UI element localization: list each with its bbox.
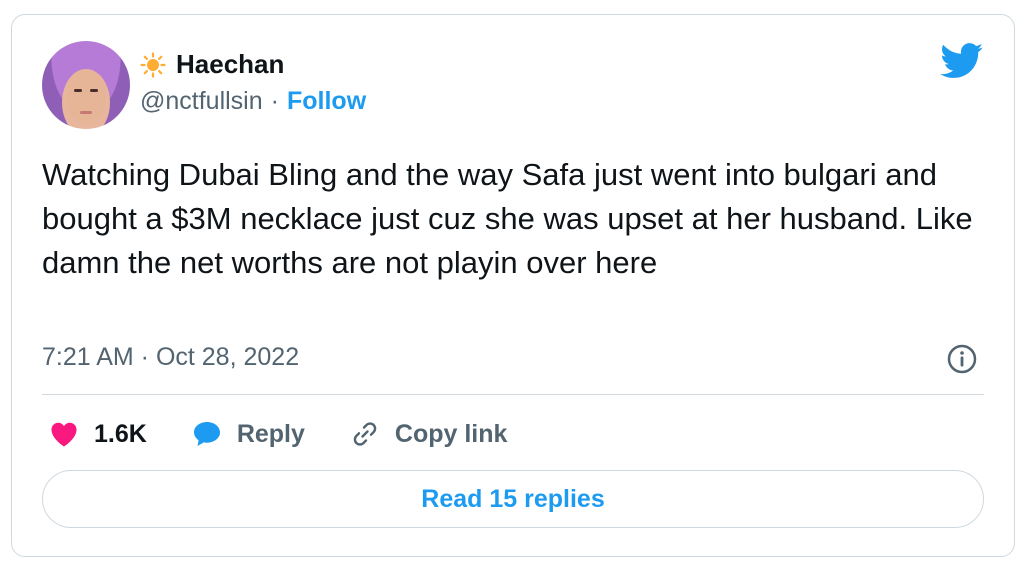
sun-icon [140, 51, 166, 78]
info-icon[interactable] [946, 343, 978, 375]
copy-link-label: Copy link [394, 419, 508, 448]
twitter-bird-icon[interactable] [940, 43, 984, 79]
reply-label: Reply [236, 419, 305, 448]
action-bar: 1.6K Reply Copy link [48, 416, 551, 452]
copy-link-button[interactable]: Copy link [349, 418, 508, 450]
avatar[interactable] [42, 41, 130, 129]
author-handle[interactable]: @nctfullsin [140, 87, 263, 116]
tweet-timestamp[interactable]: 7:21 AM · Oct 28, 2022 [42, 343, 299, 372]
like-button[interactable]: 1.6K [48, 418, 147, 450]
avatar-mouth [80, 111, 92, 114]
read-replies-button[interactable]: Read 15 replies [42, 470, 984, 528]
reply-button[interactable]: Reply [191, 418, 305, 450]
display-name[interactable]: Haechan [176, 49, 284, 80]
like-count: 1.6K [94, 419, 147, 448]
author-name-row[interactable]: Haechan [140, 49, 284, 80]
tweet-text: Watching Dubai Bling and the way Safa ju… [42, 157, 973, 280]
author-handle-row: @nctfullsin · Follow [140, 87, 366, 116]
tweet-embed-card: Haechan @nctfullsin · Follow Watching Du… [11, 14, 1015, 557]
follow-link[interactable]: Follow [287, 87, 366, 116]
speech-bubble-icon [193, 422, 220, 446]
divider [42, 394, 984, 395]
avatar-face [66, 71, 106, 123]
heart-icon [51, 422, 77, 447]
separator-dot: · [270, 87, 279, 115]
avatar-eye-left [74, 89, 82, 92]
avatar-eye-right [90, 89, 98, 92]
link-icon [353, 422, 377, 446]
